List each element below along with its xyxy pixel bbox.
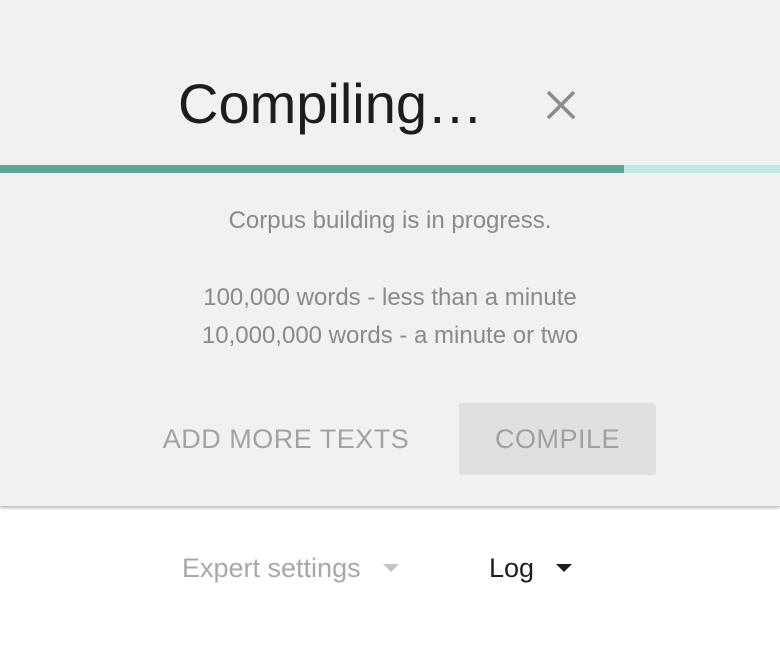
close-button[interactable] xyxy=(542,86,580,124)
add-more-texts-button[interactable]: ADD MORE TEXTS xyxy=(146,403,426,475)
estimate-line-small: 100,000 words - less than a minute xyxy=(203,284,577,311)
log-dropdown[interactable]: Log xyxy=(489,548,573,588)
progress-fill xyxy=(0,165,624,173)
caret-down-icon xyxy=(556,563,573,572)
expert-settings-label: Expert settings xyxy=(182,553,361,583)
progress-bar xyxy=(0,165,780,173)
close-icon xyxy=(546,90,576,120)
compiling-dialog: Compiling… Corpus building is in progres… xyxy=(0,0,780,506)
expert-settings-dropdown[interactable]: Expert settings xyxy=(182,548,399,588)
dialog-title: Compiling… xyxy=(178,72,483,135)
compile-button[interactable]: COMPILE xyxy=(459,403,656,475)
estimate-line-large: 10,000,000 words - a minute or two xyxy=(201,322,579,349)
status-message: Corpus building is in progress. xyxy=(228,207,552,234)
caret-down-icon xyxy=(382,563,399,572)
log-label: Log xyxy=(489,553,535,583)
